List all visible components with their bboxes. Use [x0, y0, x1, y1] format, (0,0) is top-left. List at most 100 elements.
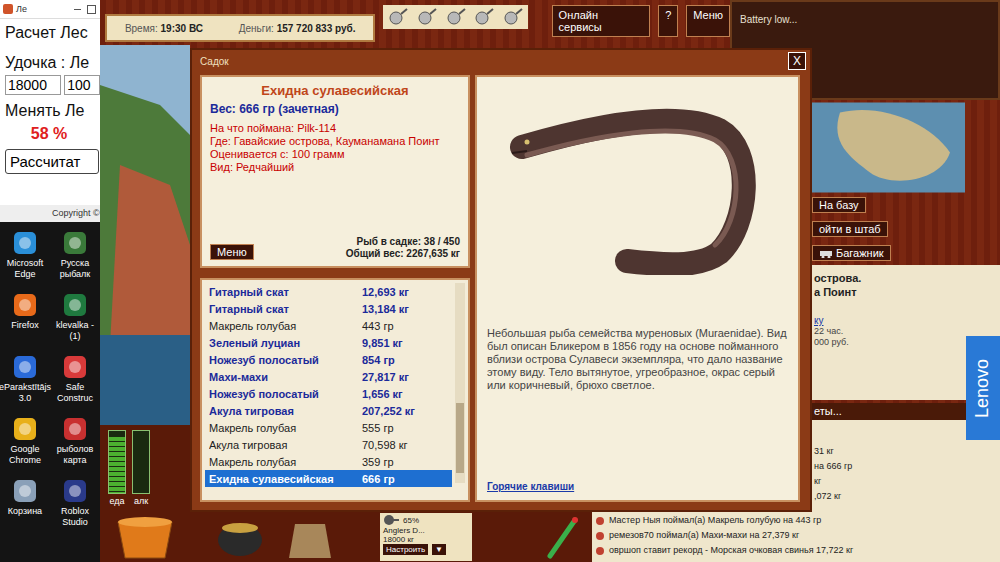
fish-row[interactable]: Зеленый луциан9,851 кг	[205, 334, 452, 351]
description: Небольшая рыба семейства муреновых (Mura…	[487, 327, 788, 392]
desktop-icon[interactable]: Safe Construc	[50, 354, 100, 406]
meters: еда алк	[100, 425, 190, 512]
time-money-panel: Время: 19:30 ВС Деньги: 157 720 833 руб.	[105, 14, 375, 42]
menu-button[interactable]: Меню	[210, 244, 254, 260]
game-window: Время: 19:30 ВС Деньги: 157 720 833 руб.…	[100, 0, 1000, 562]
configure-button[interactable]: Настроить	[383, 544, 428, 555]
meter: алк	[132, 430, 150, 512]
bucket-icon[interactable]	[110, 514, 180, 560]
fish-row[interactable]: Макрель голубая443 гр	[205, 317, 452, 334]
scroll-thumb[interactable]	[456, 403, 464, 473]
fish-row[interactable]: Гитарный скат12,693 кг	[205, 283, 452, 300]
top-bar: Время: 19:30 ВС Деньги: 157 720 833 руб.…	[100, 0, 730, 45]
lure-icon[interactable]	[445, 7, 467, 27]
hotkeys-link[interactable]: Горячие клавиши	[487, 481, 788, 492]
side-button[interactable]: Багажник	[812, 245, 891, 261]
app-icon	[12, 292, 38, 318]
lure-icon[interactable]	[473, 7, 495, 27]
side-button[interactable]: На базу	[812, 197, 866, 213]
close-button[interactable]: X	[788, 52, 806, 70]
fish-count: Рыб в садке: 38 / 450	[346, 236, 460, 248]
lure-icon[interactable]	[502, 7, 524, 27]
dropdown-button[interactable]: ▼	[432, 544, 446, 555]
window-controls[interactable]	[74, 5, 100, 14]
tackle-box[interactable]: 65% Anglers D... 18000 кг Настроить ▼	[380, 513, 472, 561]
chat-line: Мастер Ныя поймал(а) Макрель голубую на …	[592, 513, 1000, 528]
result-percent: 58 %	[5, 125, 93, 143]
desktop-icon[interactable]: klevalka - (1)	[50, 292, 100, 344]
window-title: Ле	[16, 4, 27, 14]
top-button[interactable]: ?	[658, 5, 678, 37]
fish-picture	[487, 85, 787, 275]
desktop-icon[interactable]: Microsoft Edge	[0, 230, 50, 282]
map[interactable]	[800, 100, 965, 195]
total-weight: Общий вес: 2267,635 кг	[346, 248, 460, 260]
lure-icon[interactable]	[416, 7, 438, 27]
chat-line: ремезов70 поймал(а) Махи-махи на 27,379 …	[592, 528, 1000, 543]
fish-detail: Оценивается с: 100 грамм	[210, 148, 460, 161]
lure-slots	[383, 5, 527, 29]
chat-line: овршоп ставит рекорд - Морская очковая с…	[592, 543, 1000, 558]
fish-row[interactable]: Ножезуб полосатый854 гр	[205, 351, 452, 368]
location-link[interactable]: ку	[814, 315, 996, 326]
fish-detail: Где: Гавайские острова, Кауманамана Поин…	[210, 135, 460, 148]
fish-list: Гитарный скат12,693 кгГитарный скат13,18…	[200, 278, 470, 502]
calculator-heading: Расчет Лес	[5, 23, 100, 43]
fish-row[interactable]: Макрель голубая359 гр	[205, 453, 452, 470]
desktop-icon[interactable]: рыболов карта	[50, 416, 100, 468]
rod-label: Удочка : Ле	[5, 53, 100, 73]
top-button[interactable]: Онлайн сервисы	[552, 5, 651, 37]
car-icon	[819, 248, 833, 258]
location-photo	[100, 45, 190, 425]
app-icon	[62, 416, 88, 442]
fish-weight: Вес: 666 гр (зачетная)	[210, 102, 460, 116]
meter-track	[132, 430, 150, 494]
fish-row[interactable]: Макрель голубая555 гр	[205, 419, 452, 436]
meter-track	[108, 430, 126, 494]
calculator-title-bar[interactable]: Ле	[0, 0, 100, 19]
meter: еда	[108, 430, 126, 512]
app-icon	[12, 478, 38, 504]
keepnet-dialog: Садок X Ехидна сулавесийская Вес: 666 гр…	[190, 48, 812, 512]
calculator-input[interactable]: 100	[64, 75, 100, 95]
bottom-bar: 65% Anglers D... 18000 кг Настроить ▼ Ма…	[100, 512, 1000, 562]
lure-icon[interactable]	[387, 7, 409, 27]
calculator-input[interactable]: 18000	[5, 75, 61, 95]
desktop-icon[interactable]: Корзина	[0, 478, 50, 530]
fish-row[interactable]: Акула тигровая70,598 кг	[205, 436, 452, 453]
fish-row[interactable]: Ехидна сулавесийская666 гр	[205, 470, 452, 487]
chat-line: 31 кг	[814, 444, 1000, 459]
fish-row[interactable]: Гитарный скат13,184 кг	[205, 300, 452, 317]
fish-detail: На что поймана: Pilk-114	[210, 122, 460, 135]
pot-icon[interactable]	[215, 514, 265, 560]
app-icon	[62, 292, 88, 318]
desktop-icon[interactable]: Roblox Studio	[50, 478, 100, 530]
lenovo-badge: Lenovo	[966, 336, 1000, 440]
bag-icon[interactable]	[285, 514, 335, 560]
app-icon	[3, 4, 13, 14]
app-icon	[62, 230, 88, 256]
copyright: Copyright ©	[0, 205, 100, 222]
scrollbar[interactable]	[455, 283, 465, 483]
fish-row[interactable]: Ножезуб полосатый1,656 кг	[205, 385, 452, 402]
desktop-icon[interactable]: Firefox	[0, 292, 50, 344]
desktop-icon[interactable]: eParakstītājs 3.0	[0, 354, 50, 406]
calculate-button[interactable]: Рассчитат	[5, 149, 99, 174]
fish-detail: Вид: Редчайший	[210, 161, 460, 174]
desktop-icon[interactable]: Google Chrome	[0, 416, 50, 468]
fish-description-panel: Небольшая рыба семейства муреновых (Mura…	[475, 75, 800, 502]
desktop-icon[interactable]: Русска рыбалк	[50, 230, 100, 282]
chat-feed: Мастер Ныя поймал(а) Макрель голубую на …	[592, 512, 1000, 562]
desktop: Ле Расчет Лес Удочка : Ле 18000100 Менят…	[0, 0, 1000, 562]
fish-row[interactable]: Махи-махи27,817 кг	[205, 368, 452, 385]
top-button[interactable]: Меню	[686, 5, 730, 37]
calculator-window: Ле Расчет Лес Удочка : Ле 18000100 Менят…	[0, 0, 100, 222]
side-button[interactable]: ойти в штаб	[812, 221, 888, 237]
app-icon	[62, 478, 88, 504]
chat-line: на 666 гр	[814, 459, 1000, 474]
fish-row[interactable]: Акула тигровая207,252 кг	[205, 402, 452, 419]
fish-name: Ехидна сулавесийская	[210, 83, 460, 98]
change-label: Менять Ле	[5, 101, 100, 121]
float-icon[interactable]	[545, 514, 580, 560]
reel-icon	[383, 514, 399, 526]
